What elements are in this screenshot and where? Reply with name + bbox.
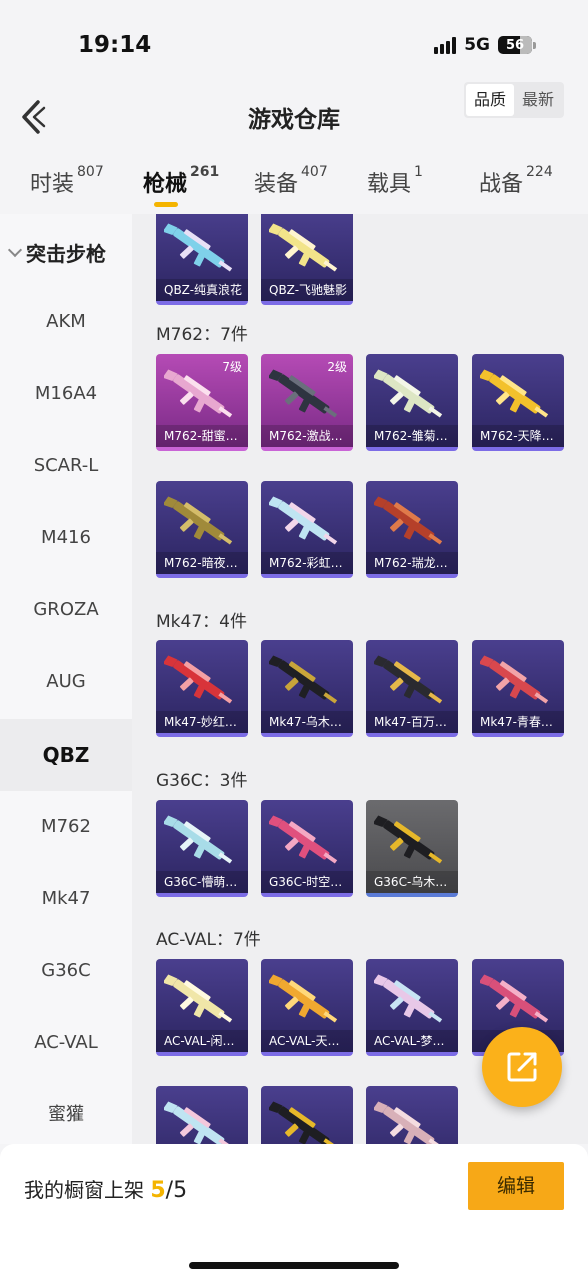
skin-card[interactable]: M762-彩虹… (261, 481, 353, 578)
skin-card[interactable] (366, 1086, 458, 1144)
sidebar-item-m16a4[interactable]: M16A4 (0, 358, 132, 430)
skin-card[interactable]: QBZ-飞驰魅影 (261, 214, 353, 305)
skin-card[interactable]: M762-瑞龙… (366, 481, 458, 578)
sidebar-item-akm[interactable]: AKM (0, 286, 132, 358)
home-indicator[interactable] (189, 1262, 399, 1269)
rifle-icon (269, 974, 338, 1023)
level-badge: 7级 (222, 360, 242, 374)
skin-card[interactable]: Mk47-乌木… (261, 640, 353, 737)
sidebar-item-qbz[interactable]: QBZ (0, 719, 132, 791)
chevron-down-icon (7, 242, 23, 257)
sidebar-item-m762[interactable]: M762 (0, 791, 132, 863)
skin-card[interactable]: 7级 M762-甜蜜… (156, 354, 248, 451)
section-title-mk47: Mk47：4件 (156, 612, 247, 632)
level-badge: 2级 (327, 360, 347, 374)
status-bar: 19:14 5G 56 (0, 0, 588, 80)
skin-card[interactable]: M762-暗夜… (156, 481, 248, 578)
sort-quality-button[interactable]: 品质 (465, 84, 514, 116)
rifle-icon (269, 1101, 338, 1144)
skin-card[interactable] (261, 1086, 353, 1144)
rifle-icon (269, 369, 338, 418)
rifle-icon (374, 655, 443, 704)
sort-latest-button[interactable]: 最新 (514, 84, 562, 116)
section-title-g36c: G36C：3件 (156, 771, 248, 791)
rifle-icon (164, 496, 233, 545)
sidebar-item-ac-val[interactable]: AC-VAL (0, 1007, 132, 1079)
skin-card[interactable]: Mk47-百万… (366, 640, 458, 737)
network-label: 5G (464, 35, 490, 55)
showcase-total-count: /5 (165, 1178, 188, 1203)
rifle-icon (480, 369, 549, 418)
rifle-icon (164, 815, 233, 864)
sidebar-item-aug[interactable]: AUG (0, 646, 132, 718)
skin-card[interactable]: Mk47-妙红… (156, 640, 248, 737)
skin-card[interactable]: AC-VAL-天… (261, 959, 353, 1056)
rifle-icon (480, 655, 549, 704)
rifle-icon (269, 223, 338, 272)
external-link-icon (507, 1052, 537, 1082)
status-time: 19:14 (78, 32, 152, 58)
active-tab-indicator (154, 202, 178, 207)
tab-vehicles[interactable]: 载具 1 (367, 164, 423, 198)
skin-card[interactable]: AC-VAL-梦… (366, 959, 458, 1056)
back-arrow-icon (22, 100, 46, 134)
sidebar-item-scar-l[interactable]: SCAR-L (0, 430, 132, 502)
rifle-icon (374, 815, 443, 864)
battery-level: 56 (505, 37, 525, 53)
category-header[interactable]: 突击步枪 (7, 238, 106, 267)
rifle-icon (374, 974, 443, 1023)
rifle-icon (164, 655, 233, 704)
showcase-current-count: 5 (150, 1178, 166, 1203)
skin-card[interactable]: G36C-时空… (261, 800, 353, 897)
skin-card[interactable] (156, 1086, 248, 1144)
rifle-icon (480, 974, 549, 1023)
section-title-ac-val: AC-VAL：7件 (156, 930, 261, 950)
section-title-m762: M762：7件 (156, 325, 248, 345)
skin-card[interactable]: Mk47-青春… (472, 640, 564, 737)
skin-card[interactable]: 2级 M762-激战… (261, 354, 353, 451)
rifle-icon (164, 223, 233, 272)
rifle-icon (374, 369, 443, 418)
skin-card[interactable]: QBZ-纯真浪花 (156, 214, 248, 305)
skin-card[interactable]: G36C-乌木… (366, 800, 458, 897)
edit-button[interactable]: 编辑 (468, 1162, 564, 1210)
signal-icon (434, 36, 457, 54)
battery-icon: 56 (498, 36, 536, 54)
weapon-grid: QBZ-纯真浪花 QBZ-飞驰魅影 M762：7件 7级 M762-甜蜜… 2级 M… (132, 214, 588, 1144)
header: 游戏仓库 品质 最新 (0, 80, 588, 150)
skin-card[interactable]: M762-雏菊… (366, 354, 458, 451)
category-tabs: 时装 807 枪械 261 装备 407 载具 1 战备 224 (0, 160, 588, 210)
skin-card[interactable]: AC-VAL-闲… (156, 959, 248, 1056)
rifle-icon (269, 815, 338, 864)
tab-equipment[interactable]: 装备 407 (254, 164, 328, 198)
rifle-icon (164, 974, 233, 1023)
sidebar-item-mk47[interactable]: Mk47 (0, 863, 132, 935)
back-button[interactable] (18, 98, 48, 136)
sidebar-item-groza[interactable]: GROZA (0, 574, 132, 646)
skin-card[interactable]: M762-天降… (472, 354, 564, 451)
rifle-icon (164, 1101, 233, 1144)
rifle-icon (374, 1101, 443, 1144)
rifle-icon (164, 369, 233, 418)
share-fab-button[interactable] (482, 1027, 562, 1107)
sidebar-item-honey-badger[interactable]: 蜜獾 (0, 1079, 132, 1151)
showcase-bar: 我的橱窗上架 5/5 编辑 (0, 1144, 588, 1280)
skin-card[interactable]: G36C-懵萌… (156, 800, 248, 897)
rifle-icon (374, 496, 443, 545)
showcase-label: 我的橱窗上架 5/5 (24, 1178, 188, 1203)
rifle-icon (269, 655, 338, 704)
sort-toggle: 品质 最新 (463, 82, 564, 118)
tab-guns[interactable]: 枪械 261 (143, 164, 219, 198)
rifle-icon (269, 496, 338, 545)
tab-supplies[interactable]: 战备 224 (479, 164, 553, 198)
sidebar-item-m416[interactable]: M416 (0, 502, 132, 574)
weapon-sidebar: 突击步枪 AKM M16A4 SCAR-L M416 GROZA AUG QBZ… (0, 214, 132, 1144)
tab-fashion[interactable]: 时装 807 (30, 164, 104, 198)
sidebar-item-g36c[interactable]: G36C (0, 935, 132, 1007)
